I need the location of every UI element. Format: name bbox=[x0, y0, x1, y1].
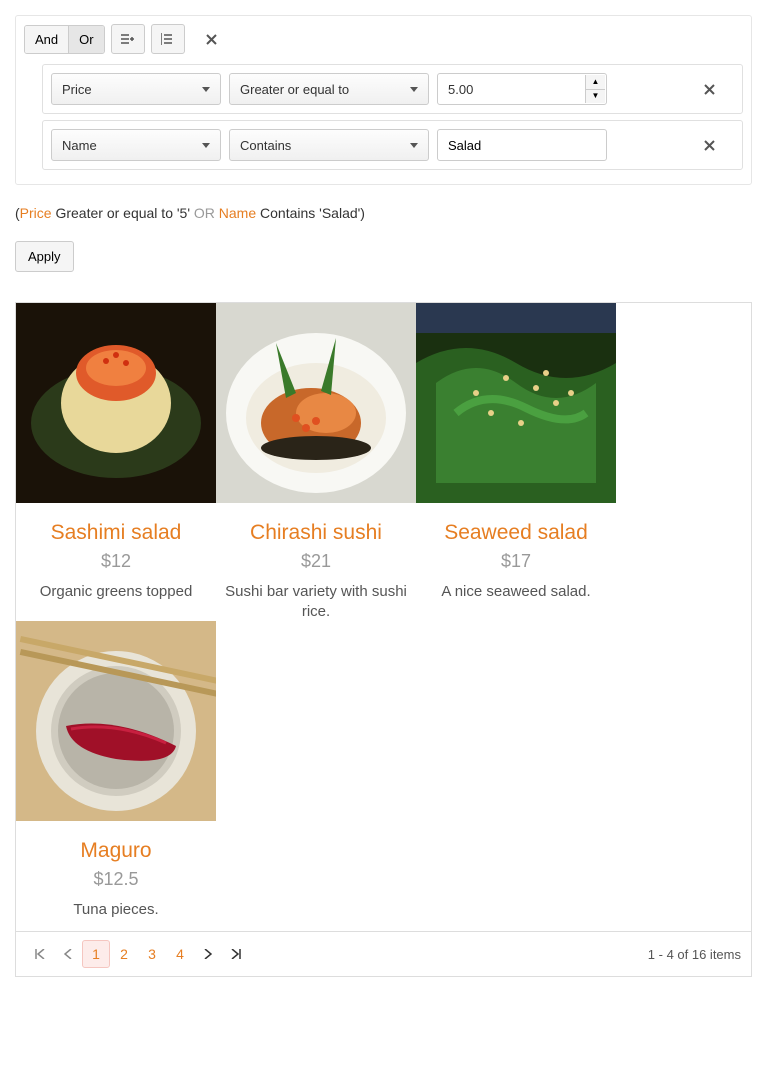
filter-row: Price Greater or equal to 5.00 ▲ ▼ bbox=[42, 64, 743, 114]
product-title: Maguro bbox=[16, 839, 216, 863]
product-image bbox=[16, 621, 216, 821]
field-dropdown[interactable]: Price bbox=[51, 73, 221, 105]
expr-field: Price bbox=[20, 205, 52, 221]
and-toggle[interactable]: And bbox=[25, 26, 69, 53]
page-number[interactable]: 1 bbox=[82, 940, 110, 968]
product-title: Chirashi sushi bbox=[216, 521, 416, 545]
product-image bbox=[416, 303, 616, 503]
product-image bbox=[216, 303, 416, 503]
last-page-button[interactable] bbox=[222, 940, 250, 968]
operator-dropdown[interactable]: Contains bbox=[229, 129, 429, 161]
pager-info: 1 - 4 of 16 items bbox=[648, 947, 741, 962]
product-description: Sushi bar variety with sushi rice. bbox=[216, 582, 416, 621]
product-title: Seaweed salad bbox=[416, 521, 616, 545]
remove-filter-button[interactable] bbox=[704, 130, 734, 160]
page-number[interactable]: 2 bbox=[110, 940, 138, 968]
expr-text: Greater or equal to '5' bbox=[52, 205, 194, 221]
add-expression-button[interactable] bbox=[111, 24, 145, 54]
expr-or: OR bbox=[194, 205, 215, 221]
remove-filter-button[interactable] bbox=[704, 74, 734, 104]
add-group-button[interactable] bbox=[151, 24, 185, 54]
product-price: $12 bbox=[16, 551, 216, 572]
product-price: $12.5 bbox=[16, 869, 216, 890]
or-toggle[interactable]: Or bbox=[69, 26, 103, 53]
product-card: Maguro $12.5 Tuna pieces. bbox=[16, 621, 216, 920]
product-price: $17 bbox=[416, 551, 616, 572]
product-card: Chirashi sushi $21 Sushi bar variety wit… bbox=[216, 303, 416, 621]
product-card: Seaweed salad $17 A nice seaweed salad. bbox=[416, 303, 616, 621]
field-dropdown[interactable]: Name bbox=[51, 129, 221, 161]
pager: 1 2 3 4 1 - 4 of 16 items bbox=[16, 931, 751, 976]
value-text-input[interactable] bbox=[437, 129, 607, 161]
first-page-button[interactable] bbox=[26, 940, 54, 968]
prev-page-button[interactable] bbox=[54, 940, 82, 968]
product-description: Organic greens topped bbox=[16, 582, 216, 602]
product-description: Tuna pieces. bbox=[16, 900, 216, 920]
expr-field: Name bbox=[215, 205, 256, 221]
next-page-button[interactable] bbox=[194, 940, 222, 968]
value-number-input[interactable]: 5.00 ▲ ▼ bbox=[437, 73, 607, 105]
filter-row: Name Contains bbox=[42, 120, 743, 170]
apply-button[interactable]: Apply bbox=[15, 241, 74, 272]
logic-toggle-group: And Or bbox=[24, 25, 105, 54]
spin-down-button[interactable]: ▼ bbox=[585, 90, 605, 104]
product-description: A nice seaweed salad. bbox=[416, 582, 616, 602]
product-price: $21 bbox=[216, 551, 416, 572]
results-scroll[interactable]: Sashimi salad $12 Organic greens topped … bbox=[16, 303, 751, 931]
expr-text: Contains 'Salad') bbox=[256, 205, 365, 221]
page-number[interactable]: 3 bbox=[138, 940, 166, 968]
product-image bbox=[16, 303, 216, 503]
value-number-text: 5.00 bbox=[448, 82, 473, 97]
filter-toolbar: And Or bbox=[24, 24, 743, 54]
spin-up-button[interactable]: ▲ bbox=[585, 75, 605, 90]
page-number[interactable]: 4 bbox=[166, 940, 194, 968]
number-spinner: ▲ ▼ bbox=[585, 75, 605, 103]
filter-expression-preview: (Price Greater or equal to '5' OR Name C… bbox=[15, 205, 752, 221]
product-title: Sashimi salad bbox=[16, 521, 216, 545]
operator-dropdown[interactable]: Greater or equal to bbox=[229, 73, 429, 105]
close-group-button[interactable] bbox=[197, 24, 227, 54]
results-panel: Sashimi salad $12 Organic greens topped … bbox=[15, 302, 752, 977]
results-grid: Sashimi salad $12 Organic greens topped … bbox=[16, 303, 751, 920]
filter-builder: And Or Price Greater or equal to 5.00 ▲ … bbox=[15, 15, 752, 185]
product-card: Sashimi salad $12 Organic greens topped bbox=[16, 303, 216, 621]
